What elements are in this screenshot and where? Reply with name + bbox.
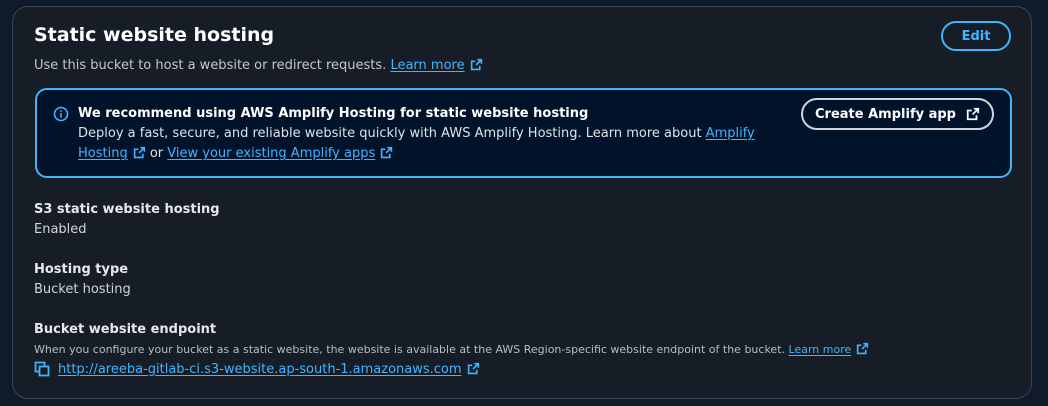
alert-body-text: Deploy a fast, secure, and reliable webs… [78, 126, 706, 141]
or-text: or [145, 146, 168, 161]
external-link-icon [133, 146, 145, 159]
endpoint-url-label: http://areeba-gitlab-ci.s3-website.ap-so… [58, 361, 462, 377]
learn-more-label: Learn more [390, 58, 465, 73]
alert-body: Deploy a fast, secure, and reliable webs… [78, 124, 758, 164]
external-link-icon [381, 146, 393, 159]
panel-header: Static website hosting Use this bucket t… [34, 22, 1011, 75]
hosting-type-property: Hosting type Bucket hosting [34, 260, 131, 300]
endpoint-label: Bucket website endpoint [34, 322, 217, 337]
amplify-recommendation-alert: We recommend using AWS Amplify Hosting f… [35, 88, 1012, 178]
s3-hosting-label: S3 static website hosting [34, 202, 220, 217]
hosting-type-value: Bucket hosting [34, 282, 131, 297]
endpoint-learn-more-link[interactable]: Learn more [788, 342, 870, 356]
s3-hosting-value: Enabled [34, 222, 87, 237]
external-link-icon [857, 342, 869, 355]
static-website-hosting-panel: Static website hosting Use this bucket t… [12, 6, 1032, 399]
endpoint-description-text: When you configure your bucket as a stat… [34, 343, 786, 356]
alert-content: We recommend using AWS Amplify Hosting f… [78, 104, 758, 164]
endpoint-learn-more-label: Learn more [788, 343, 852, 356]
external-link-icon [966, 107, 980, 121]
endpoint-description: When you configure your bucket as a stat… [34, 340, 869, 360]
copy-icon[interactable] [34, 361, 50, 377]
create-amplify-app-button[interactable]: Create Amplify app [801, 98, 994, 130]
edit-button[interactable]: Edit [941, 21, 1011, 51]
learn-more-link[interactable]: Learn more [390, 58, 482, 73]
view-amplify-apps-link[interactable]: View your existing Amplify apps [167, 146, 393, 161]
alert-headline: We recommend using AWS Amplify Hosting f… [78, 106, 589, 121]
endpoint-property: Bucket website endpoint When you configu… [34, 320, 869, 377]
description-text: Use this bucket to host a website or red… [34, 58, 387, 73]
hosting-type-label: Hosting type [34, 262, 129, 277]
s3-hosting-property: S3 static website hosting Enabled [34, 200, 220, 240]
view-amplify-apps-label: View your existing Amplify apps [167, 146, 376, 161]
endpoint-url-link[interactable]: http://areeba-gitlab-ci.s3-website.ap-so… [58, 362, 480, 377]
external-link-icon [467, 362, 479, 374]
create-amplify-app-label: Create Amplify app [815, 106, 956, 122]
external-link-icon [470, 58, 482, 71]
info-icon [53, 106, 69, 122]
panel-description: Use this bucket to host a website or red… [34, 57, 1011, 75]
panel-title: Static website hosting [34, 24, 275, 46]
endpoint-row: http://areeba-gitlab-ci.s3-website.ap-so… [34, 361, 869, 377]
